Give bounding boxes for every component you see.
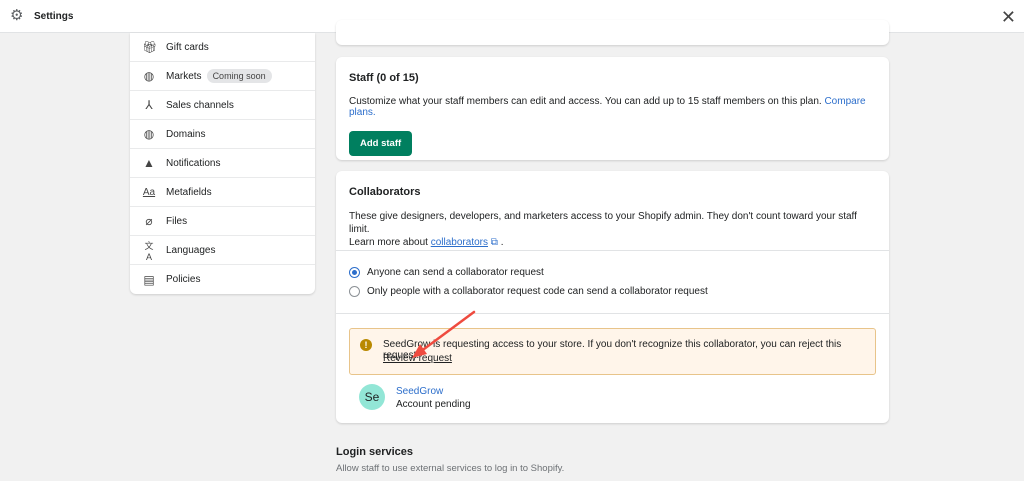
- arrow-shaft: [418, 310, 476, 354]
- annotation-arrow: [412, 310, 476, 358]
- arrow-head: [412, 344, 427, 358]
